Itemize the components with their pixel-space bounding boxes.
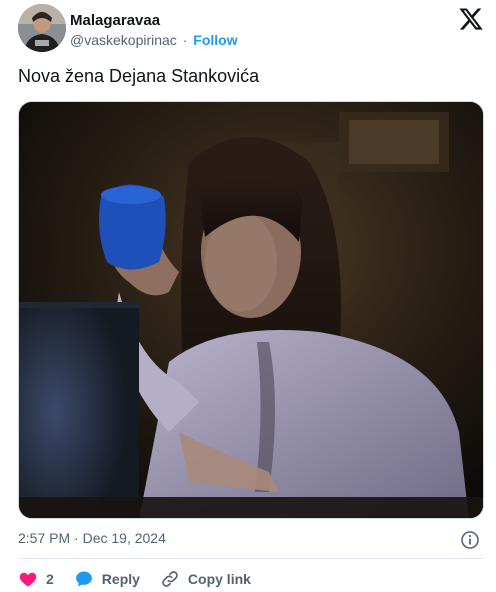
author-handle[interactable]: @vaskekopirinac [70, 32, 177, 48]
tweet-timestamp[interactable]: 2:57 PM · Dec 19, 2024 [18, 530, 166, 546]
reply-label: Reply [101, 571, 140, 587]
x-logo-icon[interactable] [458, 6, 484, 32]
author-display-name[interactable]: Malagaravaa [70, 12, 160, 29]
embedded-tweet-card: Malagaravaa @vaskekopirinac · Follow Nov… [0, 0, 496, 592]
tweet-actions: 2 Reply Copy link [18, 568, 484, 590]
avatar[interactable] [18, 4, 66, 52]
follow-button[interactable]: Follow [193, 32, 237, 48]
copy-link-button[interactable]: Copy link [160, 569, 251, 589]
copy-link-label: Copy link [187, 571, 251, 587]
tweet-header: Malagaravaa @vaskekopirinac · Follow [18, 4, 488, 54]
tweet-text: Nova žena Dejana Stankovića [18, 66, 260, 86]
like-count: 2 [46, 571, 54, 587]
tweet-photo[interactable] [18, 101, 484, 519]
info-icon[interactable] [460, 530, 480, 550]
heart-icon [18, 569, 38, 589]
like-button[interactable]: 2 [18, 569, 54, 589]
timestamp-row: 2:57 PM · Dec 19, 2024 [18, 530, 484, 550]
speech-bubble-icon [74, 569, 94, 589]
link-icon [160, 569, 180, 589]
author-handle-row: @vaskekopirinac · Follow [70, 32, 238, 48]
reply-button[interactable]: Reply [74, 569, 140, 589]
separator-dot: · [182, 32, 188, 48]
divider [18, 558, 484, 559]
